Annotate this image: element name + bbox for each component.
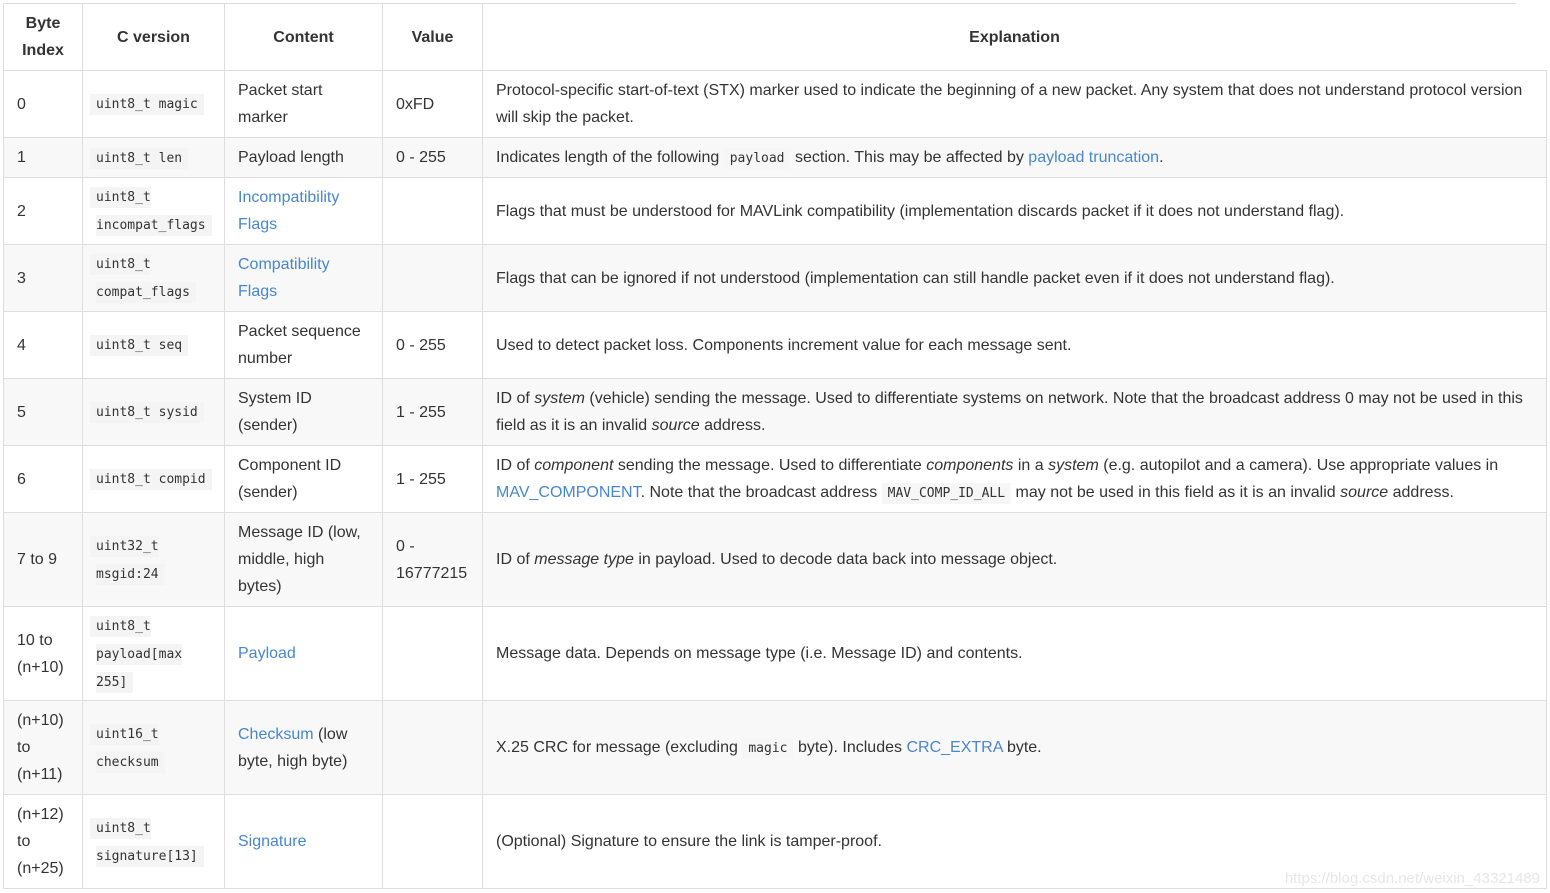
value-cell	[382, 244, 483, 312]
header-content: Content	[224, 3, 383, 71]
code-snippet: uint16_t checksum	[96, 723, 159, 773]
c-version-cell: uint8_t payload[max 255]	[82, 606, 225, 701]
value-cell: 0 - 255	[382, 311, 483, 379]
byte-index-cell: 4	[3, 311, 83, 379]
header-c-version: C version	[82, 3, 225, 71]
explanation-cell: Indicates length of the following payloa…	[482, 137, 1547, 178]
byte-index-cell: 6	[3, 445, 83, 513]
explanation-cell: ID of message type in payload. Used to d…	[482, 512, 1547, 607]
payload-truncation-link[interactable]: payload truncation	[1028, 149, 1159, 166]
explanation-cell: X.25 CRC for message (excluding magic by…	[482, 700, 1547, 795]
byte-index-cell: (n+10) to (n+11)	[3, 700, 83, 795]
header-explanation: Explanation	[482, 3, 1547, 71]
value-cell	[382, 700, 483, 795]
compatibility-flags-link[interactable]: Compatibility Flags	[238, 256, 330, 300]
byte-index-cell: 5	[3, 378, 83, 446]
header-value: Value	[382, 3, 483, 71]
code-snippet: uint8_t payload[max 255]	[96, 615, 183, 693]
table-row: 6 uint8_t compid Component ID (sender) 1…	[3, 445, 1547, 513]
table-row: 0 uint8_t magic Packet start marker 0xFD…	[3, 70, 1547, 138]
crc-extra-link[interactable]: CRC_EXTRA	[906, 739, 1002, 756]
value-cell: 0 - 16777215	[382, 512, 483, 607]
code-snippet: uint8_t magic	[96, 94, 198, 115]
c-version-cell: uint8_t signature[13]	[82, 794, 225, 889]
explanation-cell: Message data. Depends on message type (i…	[482, 606, 1547, 701]
signature-link[interactable]: Signature	[238, 833, 307, 850]
content-cell: Incompatibility Flags	[224, 177, 383, 245]
top-right-mask	[1516, 0, 1550, 70]
content-cell: Message ID (low, middle, high bytes)	[224, 512, 383, 607]
table-header-row: Byte Index C version Content Value Expla…	[3, 3, 1547, 71]
c-version-cell: uint8_t magic	[82, 70, 225, 138]
explanation-cell: Used to detect packet loss. Components i…	[482, 311, 1547, 379]
c-version-cell: uint32_t msgid:24	[82, 512, 225, 607]
value-cell	[382, 177, 483, 245]
content-cell: System ID (sender)	[224, 378, 383, 446]
c-version-cell: uint8_t compid	[82, 445, 225, 513]
checksum-link[interactable]: Checksum	[238, 726, 314, 743]
code-snippet: uint8_t len	[96, 147, 183, 169]
table-row: 2 uint8_t incompat_flags Incompatibility…	[3, 177, 1547, 245]
value-cell: 0 - 255	[382, 137, 483, 178]
c-version-cell: uint8_t len	[82, 137, 225, 178]
value-cell	[382, 794, 483, 889]
code-snippet: uint32_t msgid:24	[96, 535, 159, 585]
value-cell: 0xFD	[382, 70, 483, 138]
code-snippet: uint8_t signature[13]	[96, 817, 198, 867]
incompatibility-flags-link[interactable]: Incompatibility Flags	[238, 189, 339, 233]
code-snippet: payload	[723, 147, 791, 169]
value-cell: 1 - 255	[382, 378, 483, 446]
c-version-cell: uint16_t checksum	[82, 700, 225, 795]
c-version-cell: uint8_t seq	[82, 311, 225, 379]
table-row: (n+10) to (n+11) uint16_t checksum Check…	[3, 700, 1547, 795]
c-version-cell: uint8_t compat_flags	[82, 244, 225, 312]
byte-index-cell: 10 to (n+10)	[3, 606, 83, 701]
code-snippet: uint8_t sysid	[96, 402, 198, 423]
code-snippet: uint8_t compat_flags	[96, 254, 190, 303]
c-version-cell: uint8_t incompat_flags	[82, 177, 225, 245]
content-cell: Packet sequence number	[224, 311, 383, 379]
code-snippet: magic	[742, 737, 794, 759]
byte-index-cell: 3	[3, 244, 83, 312]
watermark: https://blog.csdn.net/weixin_43321489	[1284, 870, 1540, 887]
explanation-cell: Protocol-specific start-of-text (STX) ma…	[482, 70, 1547, 138]
explanation-cell: ID of component sending the message. Use…	[482, 445, 1547, 513]
byte-index-cell: 7 to 9	[3, 512, 83, 607]
mav-component-link[interactable]: MAV_COMPONENT	[496, 484, 641, 501]
content-cell: Compatibility Flags	[224, 244, 383, 312]
content-cell: Packet start marker	[224, 70, 383, 138]
explanation-cell: Flags that must be understood for MAVLin…	[482, 177, 1547, 245]
value-cell	[382, 606, 483, 701]
code-snippet: uint8_t incompat_flags	[96, 187, 206, 236]
table-row: 5 uint8_t sysid System ID (sender) 1 - 2…	[3, 378, 1547, 446]
content-cell: Component ID (sender)	[224, 445, 383, 513]
code-snippet: MAV_COMP_ID_ALL	[881, 482, 1012, 504]
explanation-cell: ID of system (vehicle) sending the messa…	[482, 378, 1547, 446]
table-row: 10 to (n+10) uint8_t payload[max 255] Pa…	[3, 606, 1547, 701]
table-row: 7 to 9 uint32_t msgid:24 Message ID (low…	[3, 512, 1547, 607]
byte-index-cell: 2	[3, 177, 83, 245]
c-version-cell: uint8_t sysid	[82, 378, 225, 446]
table-row: 1 uint8_t len Payload length 0 - 255 Ind…	[3, 137, 1547, 178]
code-snippet: uint8_t compid	[96, 469, 206, 490]
content-cell: Signature	[224, 794, 383, 889]
mavlink-packet-table: Byte Index C version Content Value Expla…	[3, 3, 1547, 889]
code-snippet: uint8_t seq	[96, 335, 183, 356]
byte-index-cell: 0	[3, 70, 83, 138]
table-row: 3 uint8_t compat_flags Compatibility Fla…	[3, 244, 1547, 312]
byte-index-cell: 1	[3, 137, 83, 178]
header-byte-index: Byte Index	[3, 3, 83, 71]
table-row: 4 uint8_t seq Packet sequence number 0 -…	[3, 311, 1547, 379]
payload-link[interactable]: Payload	[238, 645, 296, 662]
explanation-cell: Flags that can be ignored if not underst…	[482, 244, 1547, 312]
content-cell: Checksum (low byte, high byte)	[224, 700, 383, 795]
value-cell: 1 - 255	[382, 445, 483, 513]
content-cell: Payload	[224, 606, 383, 701]
byte-index-cell: (n+12) to (n+25)	[3, 794, 83, 889]
content-cell: Payload length	[224, 137, 383, 178]
